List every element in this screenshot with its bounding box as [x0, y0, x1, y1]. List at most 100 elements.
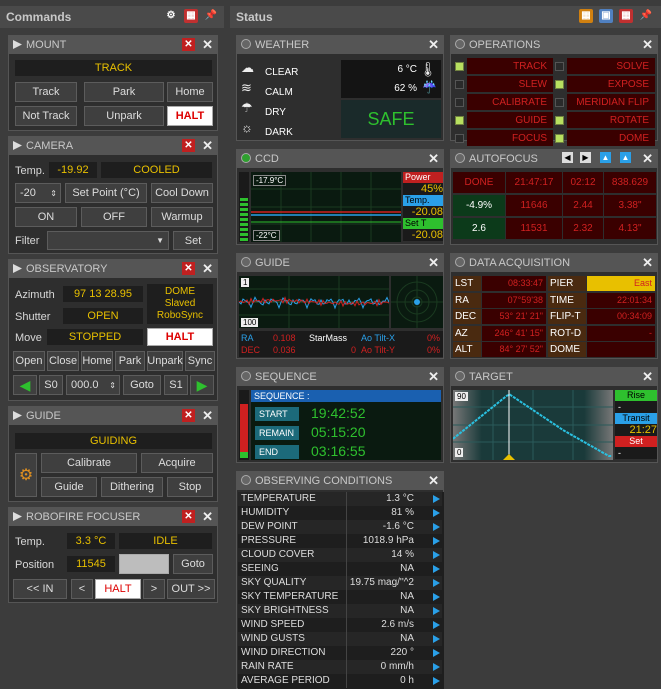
unpark-button[interactable]: Unpark — [84, 106, 164, 126]
close-icon[interactable]: ✕ — [642, 255, 653, 271]
expand-arrow-icon[interactable] — [433, 523, 440, 531]
expand-arrow-icon[interactable] — [433, 621, 440, 629]
expand-arrow-icon[interactable] — [433, 509, 440, 517]
close-icon[interactable]: ✕ — [642, 369, 653, 385]
layout-icon[interactable]: ▦ — [579, 9, 593, 23]
s1-button[interactable]: S1 — [164, 375, 188, 395]
close-icon[interactable]: ✕ — [642, 151, 653, 167]
park-button[interactable]: Park — [84, 82, 164, 102]
expand-arrow-icon[interactable] — [433, 565, 440, 573]
degree-stepper[interactable]: 000.0 ⇕ — [66, 375, 120, 395]
reset-icon[interactable]: ✕ — [182, 409, 195, 422]
guide-settings-button[interactable]: ⚙ — [15, 453, 37, 497]
close-icon[interactable]: ✕ — [428, 151, 439, 167]
focus-in-button[interactable]: << IN — [13, 579, 67, 599]
unpark-button[interactable]: Unpark — [147, 351, 183, 371]
expand-arrow-icon[interactable] — [433, 649, 440, 657]
focus-step-in-button[interactable]: < — [71, 579, 93, 599]
close-icon[interactable]: ✕ — [428, 37, 439, 53]
reset-icon[interactable]: ✕ — [182, 38, 195, 51]
position-input[interactable] — [119, 554, 169, 574]
pin-icon[interactable]: 📌 — [204, 9, 218, 23]
prev-icon[interactable]: ◀ — [562, 152, 573, 163]
expand-icon[interactable] — [13, 141, 22, 150]
off-button[interactable]: OFF — [81, 207, 147, 227]
close-icon[interactable]: ✕ — [642, 37, 653, 53]
focus-step-out-button[interactable]: > — [143, 579, 165, 599]
expand-arrow-icon[interactable] — [433, 551, 440, 559]
filter-set-button[interactable]: Set — [173, 231, 213, 250]
expand-icon[interactable] — [13, 411, 22, 420]
open-button[interactable]: Open — [13, 351, 45, 371]
park-button[interactable]: Park — [115, 351, 145, 371]
af-row3-cell-0: 2.6 — [453, 218, 505, 239]
expand-arrow-icon[interactable] — [433, 677, 440, 685]
target-times: Rise - Transit 21:27 Set - — [615, 390, 657, 460]
pin-icon[interactable]: 📌 — [639, 9, 653, 23]
close-icon[interactable]: ✕ — [202, 261, 213, 277]
setpoint-stepper[interactable]: -20 ⇕ — [15, 183, 61, 203]
sync-button[interactable]: Sync — [185, 351, 215, 371]
close-icon[interactable]: ✕ — [202, 509, 213, 525]
config-icon[interactable]: ⚙ — [164, 9, 178, 23]
set-point-button[interactable]: Set Point (°C) — [65, 183, 147, 203]
cool-down-button[interactable]: Cool Down — [151, 183, 213, 203]
dome-halt-button[interactable]: HALT — [147, 328, 213, 346]
home-button[interactable]: Home — [167, 82, 213, 102]
start-value: 19:42:52 — [311, 405, 366, 421]
expand-arrow-icon[interactable] — [433, 495, 440, 503]
calibrate-button[interactable]: Calibrate — [41, 453, 137, 473]
expand-arrow-icon[interactable] — [433, 593, 440, 601]
expand-arrow-icon[interactable] — [433, 607, 440, 615]
sequence-title: SEQUENCE — [255, 371, 317, 383]
dome-goto-button[interactable]: Goto — [123, 375, 161, 395]
focuser-halt-button[interactable]: HALT — [95, 579, 141, 599]
focuser-goto-button[interactable]: Goto — [173, 554, 213, 574]
rotate-left-button[interactable]: ◀ — [13, 375, 37, 395]
wind-icon: ≋ — [241, 80, 252, 95]
track-button[interactable]: Track — [15, 82, 77, 102]
temp-label: Temp. — [403, 195, 443, 206]
home-button[interactable]: Home — [81, 351, 113, 371]
expand-arrow-icon[interactable] — [433, 635, 440, 643]
warmup-button[interactable]: Warmup — [151, 207, 213, 227]
not-track-button[interactable]: Not Track — [15, 106, 77, 126]
expand-arrow-icon[interactable] — [433, 537, 440, 545]
expand-arrow-icon[interactable] — [433, 579, 440, 587]
stop-button[interactable]: Stop — [167, 477, 213, 497]
grid-icon[interactable]: ▦ — [184, 9, 198, 23]
focus-out-button[interactable]: OUT >> — [167, 579, 215, 599]
autofocus-title: AUTOFOCUS — [469, 153, 538, 165]
on-button[interactable]: ON — [15, 207, 77, 227]
stepper-icon[interactable]: ⇕ — [109, 381, 116, 390]
s0-button[interactable]: S0 — [39, 375, 63, 395]
grid-icon[interactable]: ▦ — [619, 9, 633, 23]
expand-icon[interactable] — [13, 512, 22, 521]
close-icon[interactable]: ✕ — [428, 369, 439, 385]
guide-button[interactable]: Guide — [41, 477, 97, 497]
expand-arrow-icon[interactable] — [433, 663, 440, 671]
focuser-position: 11545 — [67, 556, 115, 572]
rotate-right-button[interactable]: ▶ — [190, 375, 214, 395]
stepper-icon[interactable]: ⇕ — [50, 189, 57, 198]
close-icon[interactable]: ✕ — [202, 37, 213, 53]
dithering-button[interactable]: Dithering — [101, 477, 163, 497]
up-alt-icon[interactable]: ▲ — [620, 152, 631, 163]
close-icon[interactable]: ✕ — [428, 255, 439, 271]
save-icon[interactable]: ▣ — [599, 9, 613, 23]
close-icon[interactable]: ✕ — [428, 473, 439, 489]
expand-icon[interactable] — [13, 264, 22, 273]
close-icon[interactable]: ✕ — [202, 138, 213, 154]
degree-value: 000.0 — [71, 379, 99, 391]
up-icon[interactable]: ▲ — [600, 152, 611, 163]
close-button[interactable]: Close — [47, 351, 79, 371]
reset-icon[interactable]: ✕ — [182, 139, 195, 152]
reset-icon[interactable]: ✕ — [182, 262, 195, 275]
close-icon[interactable]: ✕ — [202, 408, 213, 424]
reset-icon[interactable]: ✕ — [182, 510, 195, 523]
halt-button[interactable]: HALT — [167, 106, 213, 126]
filter-select[interactable]: ▼ — [47, 231, 169, 250]
acquire-button[interactable]: Acquire — [141, 453, 213, 473]
expand-icon[interactable] — [13, 40, 22, 49]
next-icon[interactable]: ▶ — [580, 152, 591, 163]
